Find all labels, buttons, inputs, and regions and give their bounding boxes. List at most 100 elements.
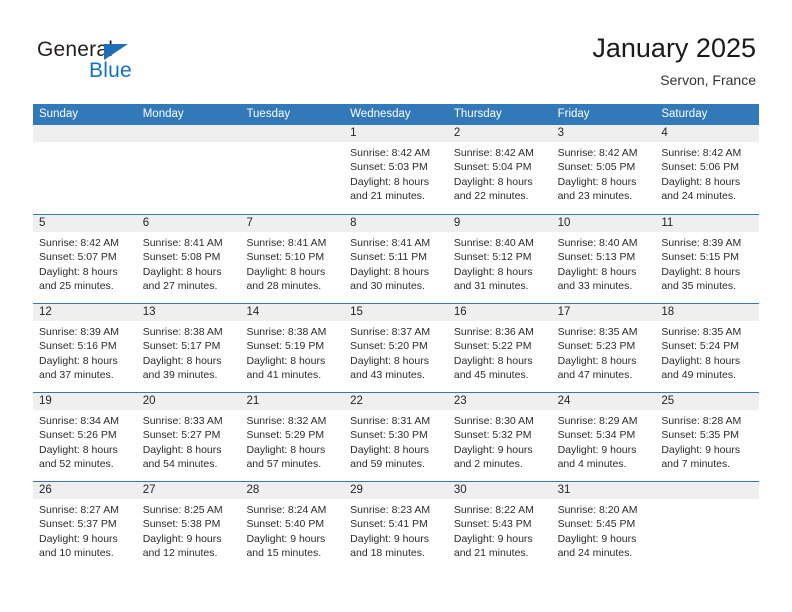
day-details: Sunrise: 8:29 AM Sunset: 5:34 PM Daylight:… [552, 410, 656, 472]
daylight-text-cont: and 33 minutes. [557, 280, 633, 293]
sunset-text: Sunset: 5:16 PM [39, 340, 117, 353]
day-details: Sunrise: 8:28 AM Sunset: 5:35 PM Daylight:… [655, 410, 759, 472]
day-cell[interactable]: 9 Sunrise: 8:40 AM Sunset: 5:12 PM Daylight… [447, 215, 552, 303]
day-cell[interactable]: 19 Sunrise: 8:34 AM Sunset: 5:26 PM Dayligh… [33, 393, 137, 481]
sunrise-text: Sunrise: 8:33 AM [142, 415, 223, 427]
daylight-text: Daylight: 8 hours [39, 443, 118, 456]
day-details: Sunrise: 8:35 AM Sunset: 5:23 PM Daylight:… [552, 321, 656, 383]
sunrise-text: Sunrise: 8:39 AM [661, 237, 742, 249]
daylight-text-cont: and 21 minutes. [350, 190, 425, 203]
weekday-header-monday: Monday [142, 108, 184, 120]
day-cell[interactable]: 31 Sunrise: 8:20 AM Sunset: 5:45 PM Dayligh… [551, 482, 656, 570]
day-cell[interactable]: 10 Sunrise: 8:40 AM Sunset: 5:13 PM Dayligh… [551, 215, 656, 303]
daylight-text-cont: and 7 minutes. [661, 458, 731, 471]
sunrise-text: Sunrise: 8:38 AM [246, 326, 327, 338]
day-number-band: 31 [551, 482, 656, 499]
day-cell[interactable]: 6 Sunrise: 8:41 AM Sunset: 5:08 PM Daylight… [136, 215, 241, 303]
day-cell[interactable]: 17 Sunrise: 8:35 AM Sunset: 5:23 PM Dayligh… [551, 304, 656, 392]
day-cell[interactable]: 8 Sunrise: 8:41 AM Sunset: 5:11 PM Daylight… [344, 215, 448, 303]
day-number: 6 [142, 217, 150, 229]
sunrise-text: Sunrise: 8:25 AM [142, 504, 223, 516]
day-cell[interactable]: 18 Sunrise: 8:35 AM Sunset: 5:24 PM Dayligh… [655, 304, 760, 392]
day-cell[interactable]: 25 Sunrise: 8:28 AM Sunset: 5:35 PM Dayligh… [655, 393, 760, 481]
day-number-band: 15 [344, 304, 448, 321]
sunrise-text: Sunrise: 8:30 AM [453, 415, 534, 427]
sunset-text: Sunset: 5:06 PM [661, 161, 739, 174]
day-cell[interactable]: 20 Sunrise: 8:33 AM Sunset: 5:27 PM Dayligh… [136, 393, 241, 481]
weekday-header-row: Sunday Monday Tuesday Wednesday Thursday Frid… [33, 104, 759, 125]
sunrise-text: Sunrise: 8:42 AM [39, 237, 119, 249]
weekday-header-saturday: Saturday [661, 108, 708, 120]
day-details: Sunrise: 8:27 AM Sunset: 5:37 PM Daylight:… [33, 499, 137, 561]
calendar-week-row: 19 Sunrise: 8:34 AM Sunset: 5:26 PM Dayligh… [33, 392, 760, 481]
day-number-band: 7 [240, 215, 345, 232]
day-number: 16 [453, 306, 467, 318]
day-details: Sunrise: 8:40 AM Sunset: 5:12 PM Daylight:… [448, 232, 552, 294]
day-cell[interactable]: 16 Sunrise: 8:36 AM Sunset: 5:22 PM Dayligh… [447, 304, 552, 392]
daylight-text: Daylight: 9 hours [39, 532, 118, 545]
sunset-text: Sunset: 5:24 PM [661, 340, 739, 353]
day-cell[interactable]: 22 Sunrise: 8:31 AM Sunset: 5:30 PM Dayligh… [344, 393, 448, 481]
day-details: Sunrise: 8:38 AM Sunset: 5:19 PM Daylight:… [240, 321, 344, 383]
day-number: 24 [557, 395, 571, 407]
daylight-text-cont: and 45 minutes. [453, 369, 529, 382]
sunrise-text: Sunrise: 8:42 AM [557, 147, 638, 159]
day-cell[interactable]: 24 Sunrise: 8:29 AM Sunset: 5:34 PM Dayligh… [551, 393, 656, 481]
day-cell[interactable]: 26 Sunrise: 8:27 AM Sunset: 5:37 PM Dayligh… [33, 482, 137, 570]
day-cell[interactable]: 5 Sunrise: 8:42 AM Sunset: 5:07 PM Daylight… [33, 215, 137, 303]
day-details: Sunrise: 8:34 AM Sunset: 5:26 PM Daylight:… [33, 410, 137, 472]
day-cell[interactable]: 3 Sunrise: 8:42 AM Sunset: 5:05 PM Daylight… [551, 125, 656, 214]
sunrise-text: Sunrise: 8:31 AM [350, 415, 431, 427]
day-number: 20 [142, 395, 156, 407]
calendar-week-row: 26 Sunrise: 8:27 AM Sunset: 5:37 PM Dayligh… [33, 481, 760, 570]
day-cell[interactable]: 23 Sunrise: 8:30 AM Sunset: 5:32 PM Dayligh… [447, 393, 552, 481]
day-details: Sunrise: 8:42 AM Sunset: 5:06 PM Daylight:… [655, 142, 759, 204]
day-number: 10 [557, 217, 571, 229]
day-details: Sunrise: 8:42 AM Sunset: 5:05 PM Daylight:… [552, 142, 656, 204]
daylight-text: Daylight: 9 hours [453, 443, 533, 456]
day-number: 2 [453, 127, 461, 139]
logo-triangle-icon [104, 44, 128, 60]
day-number-band: 22 [344, 393, 448, 410]
day-number: 14 [246, 306, 260, 318]
general-blue-logo[interactable]: General Blue [37, 38, 167, 86]
daylight-text: Daylight: 8 hours [661, 354, 741, 367]
day-number-band: 2 [447, 125, 552, 142]
day-number-band: 10 [551, 215, 656, 232]
daylight-text: Daylight: 9 hours [142, 532, 222, 545]
day-details: Sunrise: 8:30 AM Sunset: 5:32 PM Daylight:… [448, 410, 552, 472]
location-subtitle: Servon, France [660, 72, 756, 88]
day-cell[interactable]: 27 Sunrise: 8:25 AM Sunset: 5:38 PM Dayligh… [136, 482, 241, 570]
day-cell[interactable]: 2 Sunrise: 8:42 AM Sunset: 5:04 PM Daylight… [447, 125, 552, 214]
day-cell[interactable]: 15 Sunrise: 8:37 AM Sunset: 5:20 PM Dayligh… [344, 304, 448, 392]
day-cell[interactable]: 12 Sunrise: 8:39 AM Sunset: 5:16 PM Dayligh… [33, 304, 137, 392]
sunrise-text: Sunrise: 8:41 AM [350, 237, 431, 249]
day-number: 28 [246, 484, 260, 496]
day-number-band: 20 [136, 393, 241, 410]
sunrise-text: Sunrise: 8:40 AM [453, 237, 534, 249]
day-cell[interactable]: 13 Sunrise: 8:38 AM Sunset: 5:17 PM Dayligh… [136, 304, 241, 392]
daylight-text-cont: and 43 minutes. [350, 369, 425, 382]
day-cell[interactable]: 29 Sunrise: 8:23 AM Sunset: 5:41 PM Dayligh… [344, 482, 448, 570]
sunset-text: Sunset: 5:29 PM [246, 429, 325, 442]
sunset-text: Sunset: 5:34 PM [557, 429, 636, 442]
daylight-text: Daylight: 8 hours [39, 265, 118, 278]
day-cell[interactable]: 7 Sunrise: 8:41 AM Sunset: 5:10 PM Daylight… [240, 215, 345, 303]
day-cell[interactable]: 30 Sunrise: 8:22 AM Sunset: 5:43 PM Dayligh… [447, 482, 552, 570]
day-cell[interactable]: 1 Sunrise: 8:42 AM Sunset: 5:03 PM Daylight… [344, 125, 448, 214]
day-number-band: 1 [344, 125, 448, 142]
day-number-band: 9 [447, 215, 552, 232]
day-cell[interactable]: 21 Sunrise: 8:32 AM Sunset: 5:29 PM Dayligh… [240, 393, 345, 481]
weekday-header-thursday: Thursday [453, 108, 502, 120]
daylight-text-cont: and 39 minutes. [142, 369, 218, 382]
calendar-week-row: 5 Sunrise: 8:42 AM Sunset: 5:07 PM Daylight… [33, 214, 760, 303]
day-cell[interactable]: 28 Sunrise: 8:24 AM Sunset: 5:40 PM Dayligh… [240, 482, 345, 570]
day-number: 9 [453, 217, 461, 229]
day-cell[interactable]: 11 Sunrise: 8:39 AM Sunset: 5:15 PM Dayligh… [655, 215, 760, 303]
day-details: Sunrise: 8:42 AM Sunset: 5:04 PM Daylight:… [448, 142, 552, 204]
sunrise-text: Sunrise: 8:29 AM [557, 415, 638, 427]
daylight-text-cont: and 10 minutes. [39, 547, 114, 560]
day-cell[interactable]: 14 Sunrise: 8:38 AM Sunset: 5:19 PM Dayligh… [240, 304, 345, 392]
day-cell[interactable]: 4 Sunrise: 8:42 AM Sunset: 5:06 PM Daylight… [655, 125, 760, 214]
sunset-text: Sunset: 5:20 PM [350, 340, 428, 353]
